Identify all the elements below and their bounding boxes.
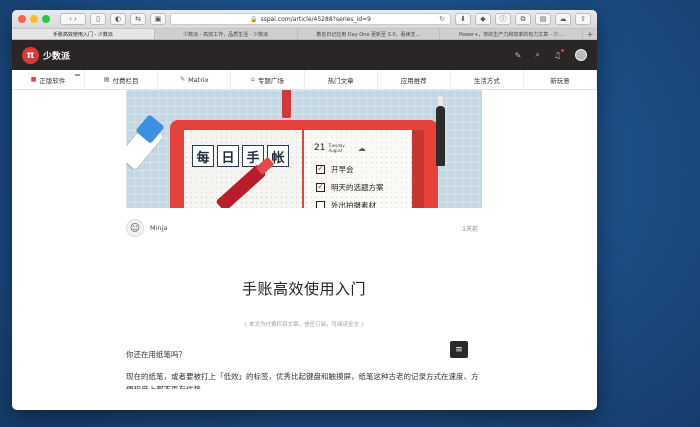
nav-item-label: Matrix	[188, 75, 209, 84]
bookmark-ribbon-illustration	[282, 90, 291, 118]
nav-item-apps[interactable]: 应用推荐	[378, 70, 451, 89]
nav-item-gadgets[interactable]: 新玩意	[524, 70, 597, 89]
write-icon[interactable]: ✎	[515, 51, 522, 60]
pen-illustration	[436, 106, 445, 166]
search-icon[interactable]: ⌕	[535, 50, 539, 60]
date-header: 21 Tuesday August ☁	[314, 143, 366, 153]
back-forward-button[interactable]: ‹ ›	[60, 13, 86, 25]
pocket-icon[interactable]: ◆	[475, 13, 491, 25]
address-bar[interactable]: 🔒 sspai.com/article/45288?series_id=9 ↻	[170, 13, 451, 25]
article-paragraph: 你还在用纸笔吗？	[126, 350, 186, 359]
nav-item-label: 专题广场	[257, 76, 284, 85]
reading-list-icon[interactable]: ▤	[535, 13, 551, 25]
reader-toggle-icon[interactable]: ◐	[110, 13, 126, 25]
author-name[interactable]: Minja	[150, 224, 167, 232]
todo-text: 开早会	[331, 165, 354, 174]
nav-item-label: 付费栏目	[112, 76, 139, 85]
todo-text: 外出拍摄素材	[331, 201, 376, 208]
download-icon[interactable]: ⬇	[455, 13, 471, 25]
stamp-char: 每	[192, 145, 214, 167]
close-window-button[interactable]	[18, 15, 26, 23]
date-number: 21	[314, 143, 326, 153]
sidebar-icon[interactable]: ▯	[90, 13, 106, 25]
cloud-icon[interactable]: ☁	[555, 13, 571, 25]
reload-icon[interactable]: ↻	[439, 15, 445, 23]
article-content: 每 日 手 帐 21 Tuesday August ☁ ✓ 开早会 ✓ 明天的选…	[12, 90, 597, 389]
nav-item-lifestyle[interactable]: 生活方式	[451, 70, 524, 89]
nav-item-paid-column[interactable]: ▤ 付费栏目	[85, 70, 159, 89]
browser-window: ‹ › ▯ ◐ ⇆ ▣ 🔒 sspai.com/article/45288?se…	[12, 10, 597, 410]
home-icon: ⌂	[251, 76, 255, 83]
site-logo-icon[interactable]: π	[22, 46, 39, 64]
software-icon: ■	[30, 76, 37, 83]
browser-toolbar: ‹ › ▯ ◐ ⇆ ▣ 🔒 sspai.com/article/45288?se…	[12, 10, 597, 29]
article-title: 手账高效使用入门	[241, 280, 366, 298]
nav-item-label: 新玩意	[550, 76, 570, 85]
nav-item-label: 生活方式	[473, 76, 500, 85]
date-month: August	[328, 148, 343, 153]
unchecked-box-icon	[316, 201, 325, 208]
notification-bell-icon[interactable]: ♫	[554, 48, 564, 60]
author-avatar[interactable]: ☺	[126, 219, 144, 237]
browser-tab-bar: 手账高效使用入门 - 少数派 少数派 - 高效工作，品质生活 - 少数派 着名日…	[12, 29, 597, 40]
site-logo-text[interactable]: 少数派	[43, 49, 70, 62]
stamp-title: 每 日 手 帐	[192, 145, 289, 167]
site-header: π 少数派 ✎ ⌕ ♫	[12, 40, 597, 70]
nav-item-label: 热门文章	[327, 76, 354, 85]
extension-icon[interactable]: ▣	[150, 13, 166, 25]
tabs-overview-icon[interactable]: ⧉	[515, 13, 531, 25]
notebook-left-page	[184, 130, 302, 208]
checked-box-icon: ✓	[316, 182, 325, 192]
new-badge	[75, 74, 81, 76]
nav-item-hot[interactable]: 热门文章	[305, 70, 378, 89]
article-paragraph: 现在的纸笔，或者要被打上「低效」的标签，优秀比起键盘和触摸屏，纸笔这种古老的记录…	[126, 372, 479, 389]
share-icon[interactable]: ⇧	[575, 13, 591, 25]
nav-item-software[interactable]: ■ 正版软件	[12, 70, 86, 89]
notification-dot	[561, 48, 564, 52]
stamp-char: 日	[217, 145, 239, 167]
nav-item-label: 应用推荐	[400, 76, 427, 85]
zoom-window-button[interactable]	[42, 15, 50, 23]
user-avatar[interactable]	[575, 49, 587, 61]
hero-image: 每 日 手 帐 21 Tuesday August ☁ ✓ 开早会 ✓ 明天的选…	[126, 90, 482, 208]
todo-item: ✓ 明天的选题方案	[316, 182, 384, 193]
lock-icon: 🔒	[250, 15, 258, 23]
todo-item: 外出拍摄素材	[316, 200, 376, 208]
nav-item-matrix[interactable]: ✎ Matrix	[158, 70, 232, 89]
checked-box-icon: ✓	[316, 164, 325, 174]
post-time: 1天前	[462, 225, 478, 233]
pen-icon: ✎	[180, 76, 186, 83]
site-nav: ■ 正版软件 ▤ 付费栏目 ✎ Matrix ⌂ 专题广场 热门文章 应用推荐 …	[12, 70, 597, 90]
author-row: ☺ Minja 1天前	[126, 218, 478, 238]
todo-item: ✓ 开早会	[316, 164, 354, 175]
share-extension-icon[interactable]: ⇆	[130, 13, 146, 25]
browser-tab[interactable]: 着名日记应用 Day One 更新至 3.0，看续支…	[298, 29, 441, 39]
browser-tab[interactable]: 手账高效使用入门 - 少数派	[12, 29, 155, 39]
browser-tab[interactable]: 少数派 - 高效工作，品质生活 - 少数派	[155, 29, 298, 39]
minimize-window-button[interactable]	[30, 15, 38, 23]
info-icon[interactable]: ⓘ	[495, 13, 511, 25]
date-labels: Tuesday August	[328, 143, 344, 153]
todo-text: 明天的选题方案	[331, 183, 384, 192]
new-tab-button[interactable]: +	[583, 29, 597, 39]
address-url: sspai.com/article/45288?series_id=9	[260, 15, 371, 23]
notebook-strap-illustration	[412, 130, 424, 208]
paid-column-note: [ 本文为付费栏目文章，信任订阅，可阅读全文 ]	[245, 322, 363, 328]
nav-item-topics[interactable]: ⌂ 专题广场	[231, 70, 305, 89]
toc-menu-button[interactable]: ≡	[450, 341, 468, 358]
nav-item-label: 正版软件	[39, 76, 66, 85]
browser-tab[interactable]: Power+，你的生产力和效率的有力文章 - 少…	[440, 29, 583, 39]
book-icon: ▤	[103, 76, 110, 83]
cloud-icon: ☁	[357, 143, 366, 153]
